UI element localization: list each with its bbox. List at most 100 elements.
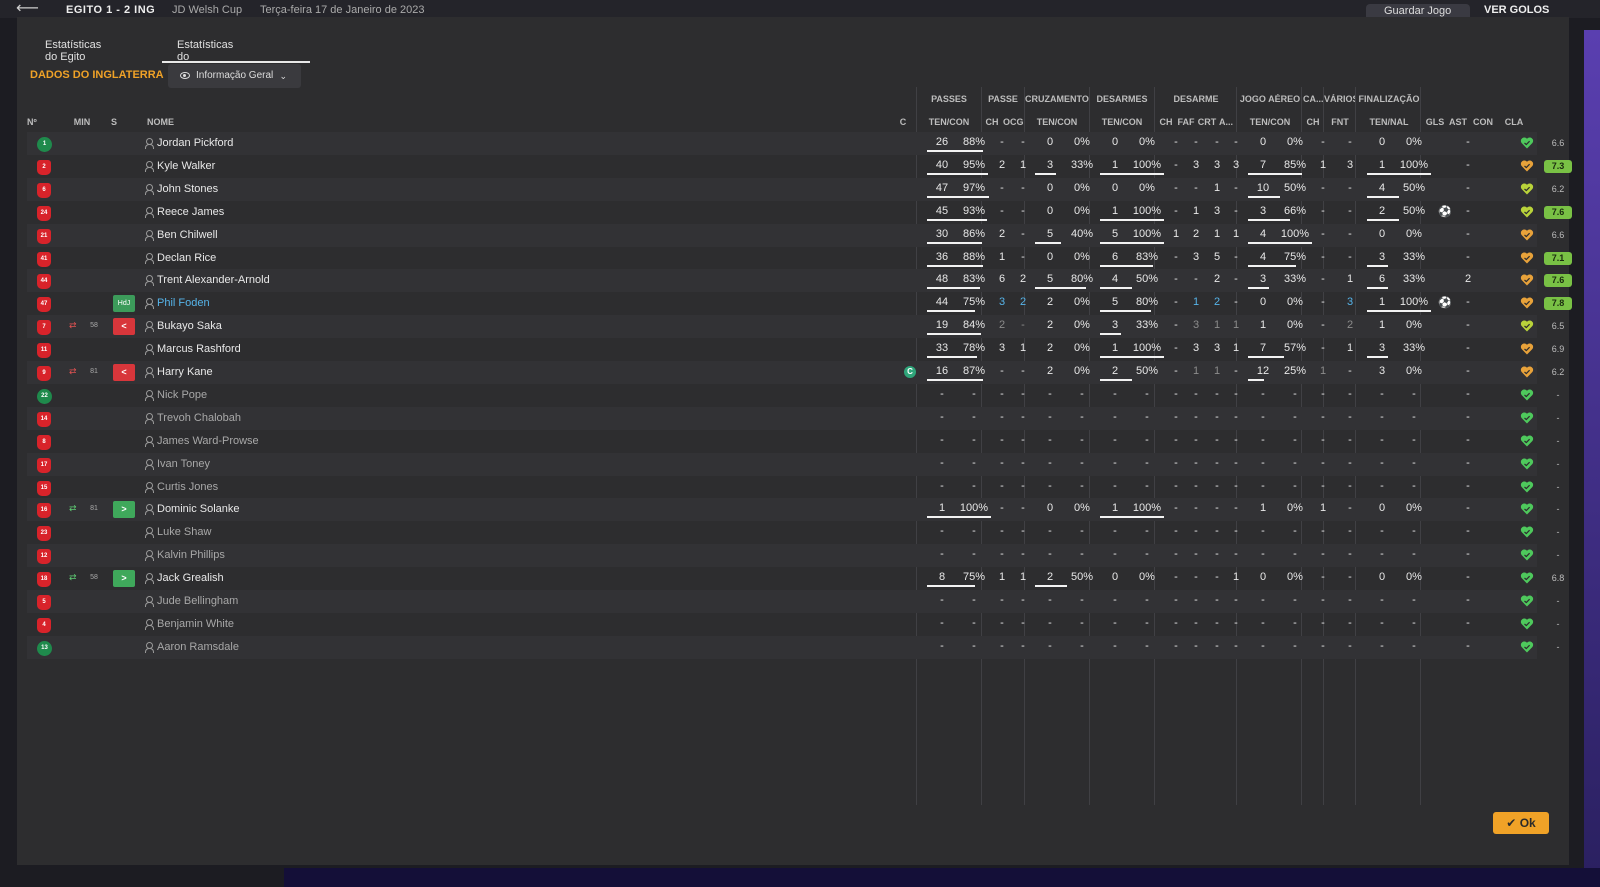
person-icon[interactable]: [144, 344, 154, 356]
player-name[interactable]: Trevoh Chalobah: [157, 412, 241, 424]
player-name[interactable]: Trent Alexander-Arnold: [157, 274, 270, 286]
person-icon[interactable]: [144, 412, 154, 424]
view-goals-button[interactable]: VER GOLOS: [1484, 4, 1549, 16]
table-row[interactable]: 22 Nick Pope - - - - - - - - - - - - - - - - - - - -: [27, 384, 1560, 407]
person-icon[interactable]: [144, 458, 154, 470]
player-name[interactable]: Curtis Jones: [157, 481, 218, 493]
tab-egypt-stats[interactable]: Estatísticas do Egito: [45, 39, 101, 63]
column-header-desarmes[interactable]: TEN/CON: [1090, 117, 1154, 127]
back-arrow-icon[interactable]: ⟵: [16, 0, 39, 18]
column-header-des-ch[interactable]: CH: [1157, 117, 1175, 127]
stat-bar: [927, 333, 981, 336]
player-name[interactable]: Ben Chilwell: [157, 229, 218, 241]
table-row[interactable]: 41 Declan Rice 36 88% 1-0 0% 6 83% -3 5-4 75% - -3 33…: [27, 247, 1572, 270]
table-row[interactable]: 18 ⇄ 58 > Jack Grealish 8 75% 1 1 2 50% 0 0% - - -1 0 0% -…: [27, 567, 1564, 590]
column-header-ast[interactable]: AST: [1449, 117, 1467, 127]
person-icon[interactable]: [144, 160, 154, 172]
column-header-passe-ocg[interactable]: OCG: [1003, 117, 1023, 127]
column-header-num[interactable]: Nº: [27, 117, 49, 127]
table-row[interactable]: 21 Ben Chilwell 30 86% 2-5 40% 5 100% 1 2 1 1 4 100% -…: [27, 223, 1564, 247]
table-row[interactable]: 7 ⇄ 58 < Bukayo Saka 19 84% 2-2 0% 3 33% -3 1 1 1 0% -2 1…: [27, 315, 1564, 339]
column-header-name[interactable]: NOME: [147, 117, 207, 127]
person-icon[interactable]: [144, 504, 154, 516]
column-header-con[interactable]: CON: [1471, 117, 1495, 127]
player-name[interactable]: Jude Bellingham: [157, 595, 238, 607]
table-row[interactable]: 17 Ivan Toney - - - - - - - - - - - - - - - - - - - -: [27, 452, 1560, 476]
table-row[interactable]: 47 HdJ Phil Foden 44 75% 3 2 2 0% 5 80% -1 2-0 0% -3 1 1…: [27, 292, 1572, 315]
player-name[interactable]: Kalvin Phillips: [157, 549, 225, 561]
column-header-var-fnt[interactable]: FNT: [1324, 117, 1356, 127]
column-header-des-a[interactable]: A...: [1217, 117, 1235, 127]
column-header-c[interactable]: C: [897, 117, 909, 127]
player-name[interactable]: Luke Shaw: [157, 526, 211, 538]
player-name[interactable]: Bukayo Saka: [157, 320, 222, 332]
column-header-cruz[interactable]: TEN/CON: [1025, 117, 1089, 127]
player-name[interactable]: Declan Rice: [157, 252, 216, 264]
column-header-des-faf[interactable]: FAF: [1176, 117, 1196, 127]
table-row[interactable]: 2 Kyle Walker 40 95% 2 1 3 33% 1 100% -3 3 3 7 85% 1 3 1 1…: [27, 155, 1572, 178]
player-name[interactable]: Harry Kane: [157, 366, 213, 378]
table-row[interactable]: 14 Trevoh Chalobah - - - - - - - - - - - - - - - - - - - -: [27, 406, 1560, 430]
player-name[interactable]: John Stones: [157, 183, 218, 195]
column-header-passe-ch[interactable]: CH: [983, 117, 1001, 127]
person-icon[interactable]: [144, 550, 154, 562]
person-icon[interactable]: [144, 252, 154, 264]
person-icon[interactable]: [144, 389, 154, 401]
table-row[interactable]: 11 Marcus Rashford 33 78% 3 1 2 0% 1 100% -3 3 1 7 57%…: [27, 338, 1564, 361]
player-name[interactable]: Nick Pope: [157, 389, 207, 401]
player-name[interactable]: Jordan Pickford: [157, 137, 233, 149]
person-icon[interactable]: [144, 481, 154, 493]
view-dropdown[interactable]: Informação Geral ⌄: [168, 64, 301, 88]
table-row[interactable]: 44 Trent Alexander-Arnold 48 83% 6 2 5 80% 4 50% -…: [27, 269, 1572, 293]
player-name[interactable]: Aaron Ramsdale: [157, 641, 239, 653]
column-header-aereo[interactable]: TEN/CON: [1238, 117, 1302, 127]
player-name[interactable]: Ivan Toney: [157, 458, 210, 470]
table-row[interactable]: 16 ⇄ 81 > Dominic Solanke 1 100% - -0 0% 1 100% - - - -…: [27, 498, 1560, 522]
column-header-cla[interactable]: CLA: [1502, 117, 1526, 127]
person-icon[interactable]: [144, 596, 154, 607]
person-icon[interactable]: [144, 527, 154, 539]
table-row[interactable]: 12 Kalvin Phillips - - - - - - - - - - - - - - - - - - - -: [27, 544, 1560, 568]
person-icon[interactable]: [144, 138, 154, 149]
person-icon[interactable]: [144, 183, 154, 195]
column-header-min[interactable]: MIN: [70, 117, 94, 127]
player-name[interactable]: Dominic Solanke: [157, 503, 240, 515]
tackle-crt: 2: [1213, 273, 1221, 286]
save-game-button[interactable]: Guardar Jogo: [1366, 4, 1470, 18]
player-name[interactable]: Phil Foden: [157, 297, 210, 309]
table-row[interactable]: 24 Reece James 45 93% - -0 0% 1 100% -1 3-3 66% - -2 5…: [27, 201, 1572, 224]
person-icon[interactable]: [144, 298, 154, 310]
column-header-fin[interactable]: TEN/NAL: [1357, 117, 1421, 127]
table-row[interactable]: 1 Jordan Pickford 26 88% - - 0 0% 0 0% - - - - 0 0% - - 0 0…: [27, 132, 1564, 155]
table-row[interactable]: 4 Benjamin White - - - - - - - - - - - - - - - - - - - -: [27, 613, 1560, 636]
table-row[interactable]: 8 James Ward-Prowse - - - - - - - - - - - - - - - - - - - -: [27, 430, 1560, 453]
person-icon[interactable]: [144, 641, 154, 653]
column-header-ca-ch[interactable]: CH: [1303, 117, 1323, 127]
table-row[interactable]: 13 Aaron Ramsdale - - - - - - - - - - - - - - - - - - - -: [27, 635, 1560, 659]
player-name[interactable]: Benjamin White: [157, 618, 234, 630]
person-icon[interactable]: [144, 229, 154, 241]
table-row[interactable]: 15 Curtis Jones - - - - - - - - - - - - - - - - - - - -: [27, 476, 1560, 499]
person-icon[interactable]: [144, 573, 154, 585]
table-row[interactable]: 23 Luke Shaw - - - - - - - - - - - - - - - - - - - -: [27, 521, 1560, 544]
ok-button[interactable]: ✔ Ok: [1493, 812, 1549, 834]
table-row[interactable]: 6 John Stones 47 97% - -0 0% 0 0% - -1-10 50% - -4 50%…: [27, 177, 1564, 201]
player-name[interactable]: James Ward-Prowse: [157, 435, 259, 447]
table-row[interactable]: 5 Jude Bellingham - - - - - - - - - - - - - - - - - - - -: [27, 590, 1560, 613]
person-icon[interactable]: [144, 321, 154, 333]
table-row[interactable]: 9 ⇄ 81 < Harry Kane C 16 87% - - 2 0% 2 50% - 1 1 - 12 25% 1…: [27, 361, 1564, 384]
player-name[interactable]: Marcus Rashford: [157, 343, 241, 355]
player-name[interactable]: Jack Grealish: [157, 572, 224, 584]
person-icon[interactable]: [144, 206, 154, 218]
column-header-des-crt[interactable]: CRT: [1197, 117, 1217, 127]
person-icon[interactable]: [144, 618, 154, 630]
person-icon[interactable]: [144, 275, 154, 287]
column-header-passes[interactable]: TEN/CON: [917, 117, 981, 127]
column-header-s[interactable]: S: [107, 117, 121, 127]
player-name[interactable]: Reece James: [157, 206, 224, 218]
player-name[interactable]: Kyle Walker: [157, 160, 215, 172]
person-icon[interactable]: [144, 435, 154, 447]
stat-attempts: 16: [935, 365, 949, 377]
person-icon[interactable]: [144, 367, 154, 378]
column-header-gls[interactable]: GLS: [1425, 117, 1445, 127]
